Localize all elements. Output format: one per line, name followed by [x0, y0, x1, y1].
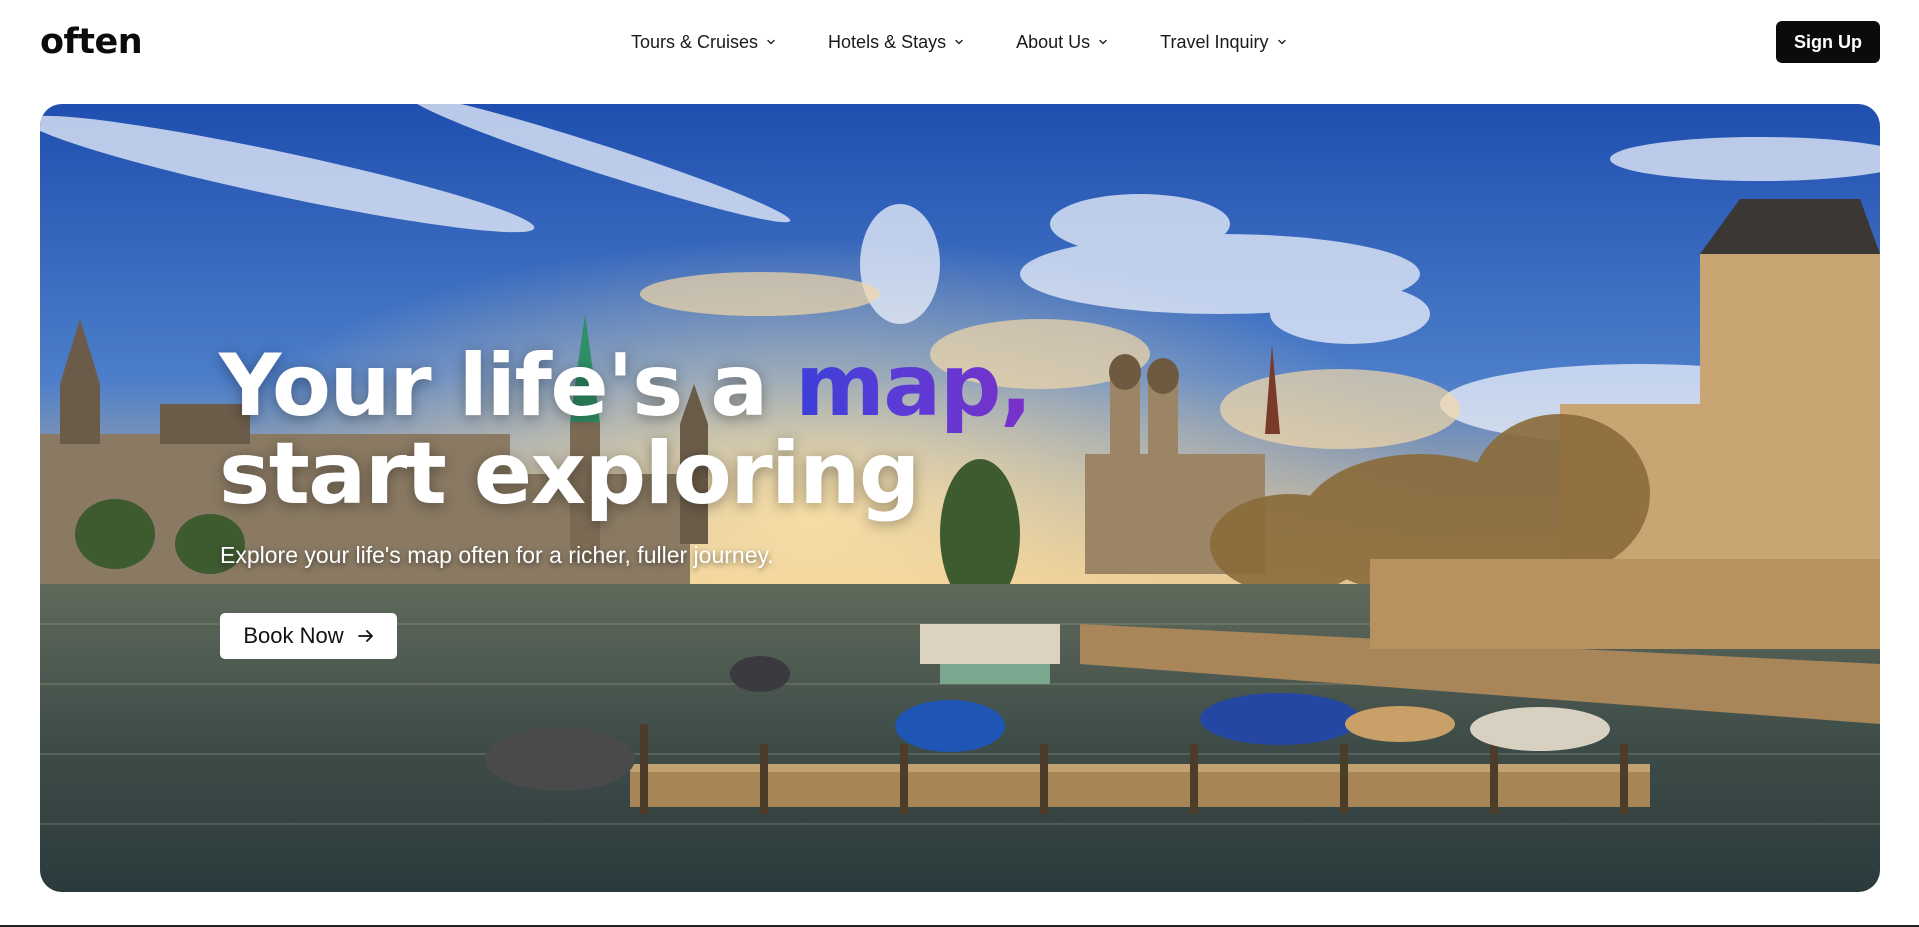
headline-accent: map,: [795, 336, 1032, 436]
nav-item-label: Tours & Cruises: [631, 32, 759, 52]
book-now-button[interactable]: Book Now: [220, 613, 397, 659]
nav-item-label: Hotels & Stays: [828, 32, 947, 52]
nav-item-tours-cruises[interactable]: Tours & Cruises: [631, 28, 776, 56]
sign-up-button[interactable]: Sign Up: [1776, 21, 1880, 63]
site-header: often Tours & Cruises Hotels & Stays Abo…: [0, 0, 1919, 84]
chevron-down-icon: [1099, 39, 1107, 45]
book-now-label: Book Now: [243, 623, 344, 648]
chevron-down-icon: [1277, 39, 1286, 45]
hero-headline: Your life's a map, start exploring: [219, 342, 1219, 518]
nav-item-label: About Us: [1016, 32, 1091, 52]
nav-item-hotels-stays[interactable]: Hotels & Stays: [828, 28, 964, 56]
nav-item-about-us[interactable]: About Us: [1016, 28, 1108, 56]
nav-item-travel-inquiry[interactable]: Travel Inquiry: [1160, 28, 1286, 56]
arrow-right-icon: [357, 630, 373, 642]
logo[interactable]: often: [40, 20, 143, 64]
headline-part1: Your life's a: [219, 336, 796, 436]
hero-banner: Your life's a map, start exploring Explo…: [40, 104, 1880, 892]
chevron-down-icon: [955, 39, 963, 45]
hero-subtitle: Explore your life's map often for a rich…: [220, 542, 774, 568]
headline-part2: start exploring: [219, 424, 920, 524]
chevron-down-icon: [767, 39, 775, 45]
nav-item-label: Travel Inquiry: [1160, 32, 1269, 52]
main-nav: Tours & Cruises Hotels & Stays About Us …: [631, 28, 1287, 56]
